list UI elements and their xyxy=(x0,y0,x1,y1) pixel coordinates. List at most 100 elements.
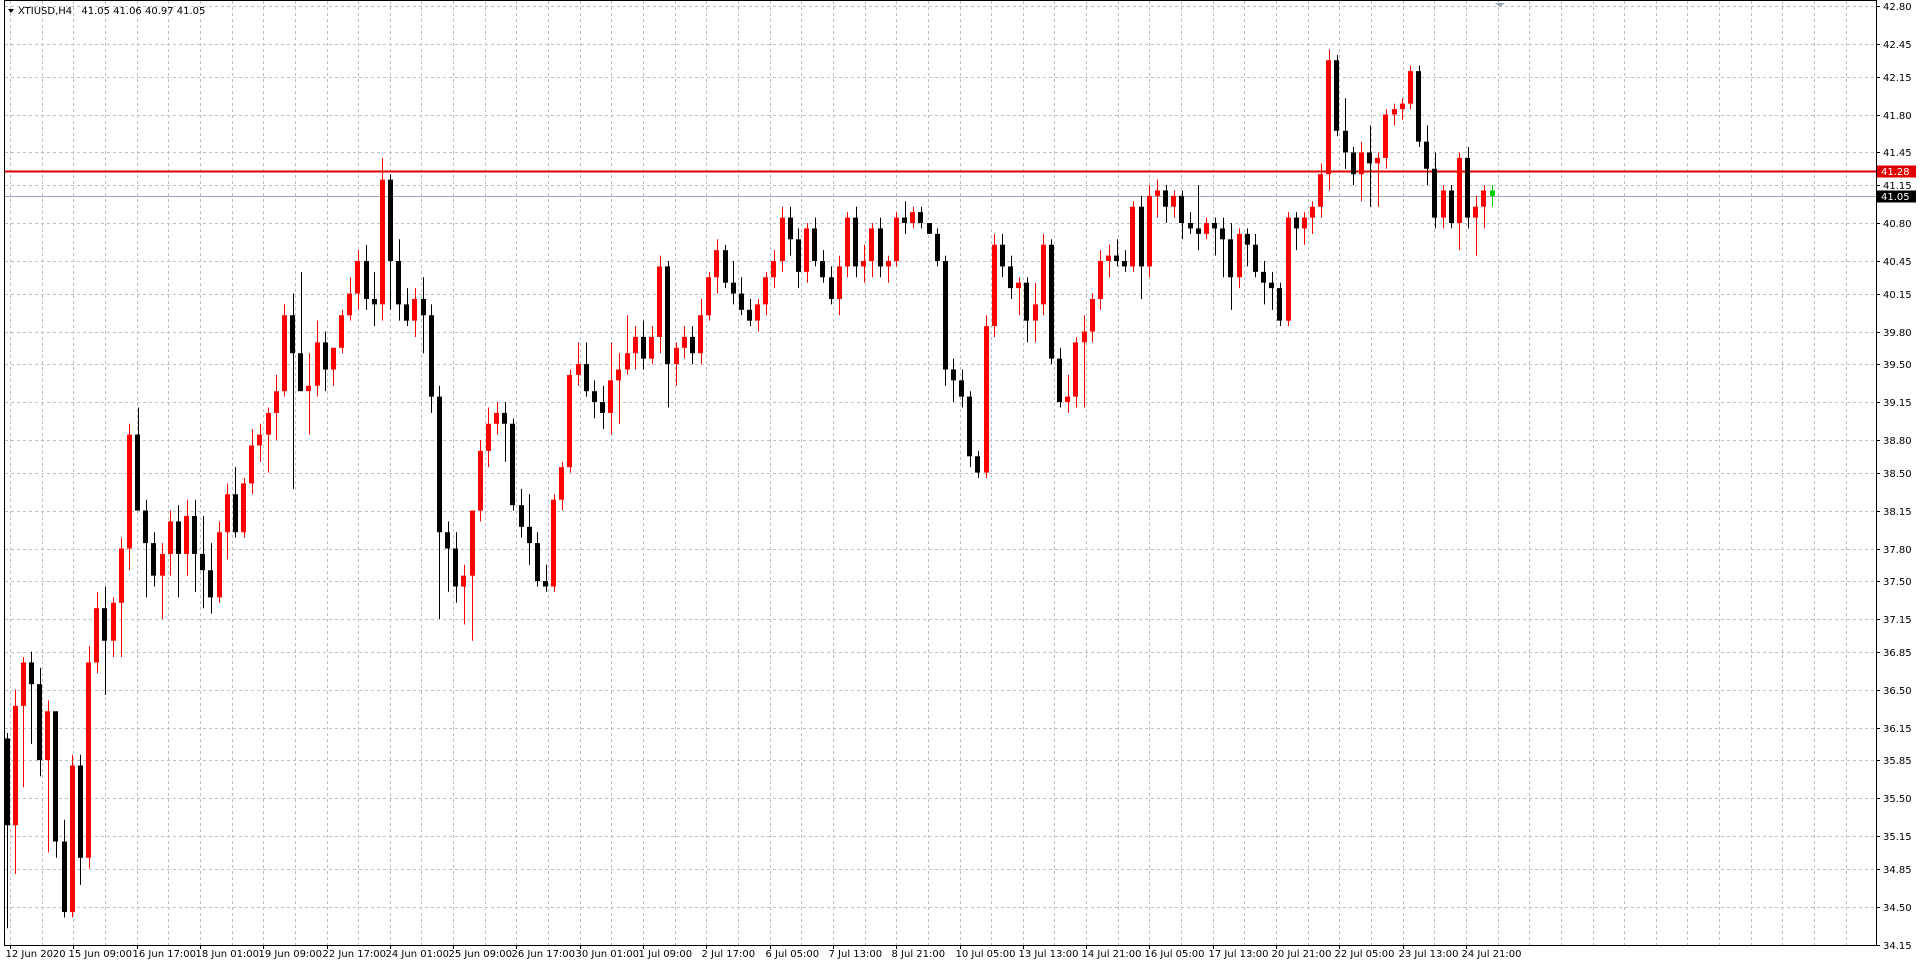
candle-body xyxy=(927,223,932,234)
y-tick-label: 35.50 xyxy=(1883,794,1912,805)
candle-body xyxy=(625,353,630,370)
y-tick-label: 40.80 xyxy=(1883,219,1912,230)
candle-body xyxy=(763,277,768,305)
candle xyxy=(894,212,899,267)
candle xyxy=(1049,239,1054,365)
y-tick-label: 35.85 xyxy=(1883,756,1912,767)
candle-body xyxy=(21,662,26,706)
candle-body xyxy=(404,304,409,321)
candle xyxy=(1416,65,1421,148)
candle-body xyxy=(1261,271,1266,283)
candle-body xyxy=(1334,60,1339,131)
candle xyxy=(723,244,728,289)
candle-body xyxy=(470,510,475,576)
candle-body xyxy=(804,228,809,272)
candle-body xyxy=(102,608,107,641)
candle-body xyxy=(567,374,572,468)
candle-body xyxy=(674,347,679,365)
y-tick-label: 37.50 xyxy=(1883,577,1912,588)
candle-body xyxy=(1416,71,1421,142)
candle-body xyxy=(796,239,801,272)
candle-body xyxy=(1155,190,1160,196)
candle-body xyxy=(29,662,34,685)
candle-body xyxy=(53,711,58,842)
y-tick-label: 41.45 xyxy=(1883,148,1912,159)
candle-body xyxy=(706,277,711,316)
y-tick-label: 36.15 xyxy=(1883,724,1912,735)
candle-body xyxy=(1245,233,1250,245)
y-tick-label: 39.50 xyxy=(1883,360,1912,371)
candle-body xyxy=(641,336,646,359)
candle-body xyxy=(111,602,116,641)
candle xyxy=(241,478,246,538)
candle-body xyxy=(535,543,540,582)
candle-body xyxy=(1383,114,1388,158)
candle-body xyxy=(127,434,132,549)
candle-body xyxy=(616,369,621,381)
x-tick-label: 15 Jun 09:00 xyxy=(69,949,133,960)
x-tick-label: 16 Jun 17:00 xyxy=(133,949,197,960)
candle xyxy=(927,223,932,234)
candle-body xyxy=(192,515,197,554)
chart-header: XTIUSD,H4 41.05 41.06 40.97 41.05 xyxy=(8,6,205,17)
candle xyxy=(127,423,132,571)
symbol-label: XTIUSD,H4 xyxy=(18,6,72,17)
candle-body xyxy=(551,499,556,587)
candle-body xyxy=(1049,244,1054,359)
candle-body xyxy=(682,336,687,348)
candle-body xyxy=(1114,255,1119,261)
candle-body xyxy=(1465,157,1470,218)
candle-body xyxy=(388,179,393,261)
candle-body xyxy=(755,304,760,321)
candle-body xyxy=(347,293,352,316)
candle-body xyxy=(241,483,246,533)
candle xyxy=(510,418,515,511)
x-tick-label: 7 Jul 13:00 xyxy=(829,949,883,960)
candle-body xyxy=(1326,60,1331,175)
candle xyxy=(1449,185,1454,229)
candle-body xyxy=(135,434,140,511)
candle-body xyxy=(967,396,972,457)
candle-body xyxy=(380,179,385,305)
x-tick-label: 22 Jun 17:00 xyxy=(323,949,387,960)
candle-body xyxy=(1098,260,1103,299)
y-tick-label: 40.15 xyxy=(1883,290,1912,301)
candle-body xyxy=(878,228,883,267)
candle-body xyxy=(37,684,42,761)
candle-body xyxy=(1375,157,1380,164)
candle xyxy=(551,494,556,592)
candle-body xyxy=(902,217,907,224)
candle xyxy=(1130,201,1135,272)
candle-body xyxy=(812,228,817,261)
candle xyxy=(86,646,91,869)
candle-body xyxy=(45,711,50,761)
candle-body xyxy=(1228,239,1233,278)
candle-body xyxy=(502,412,507,424)
y-tick-label: 37.80 xyxy=(1883,545,1912,556)
candle-body xyxy=(1408,71,1413,104)
candle-body xyxy=(959,380,964,397)
candle-body xyxy=(1090,298,1095,332)
price-chart[interactable]: 42.80 42.45 42.15 41.80 41.45 41.15 40.80 40.45… xyxy=(0,0,1920,968)
y-tick-label: 38.15 xyxy=(1883,507,1912,518)
candle-body xyxy=(853,217,858,267)
x-tick-label: 12 Jun 2020 xyxy=(6,949,66,960)
candle-body xyxy=(412,298,417,321)
candle-body xyxy=(1082,331,1087,343)
y-tick-label: 38.50 xyxy=(1883,469,1912,480)
candle-body xyxy=(1302,217,1307,229)
candle-body xyxy=(119,548,124,603)
x-tick-label: 20 Jul 21:00 xyxy=(1272,949,1332,960)
candle-body xyxy=(1179,195,1184,224)
candle-body xyxy=(461,575,466,587)
candle xyxy=(37,667,42,777)
candle-body xyxy=(519,505,524,527)
bid-price-label: 41.05 xyxy=(1881,192,1910,203)
candle xyxy=(1465,147,1470,229)
candle-body xyxy=(771,260,776,278)
candle-body xyxy=(1122,260,1127,267)
candle-body xyxy=(698,315,703,354)
x-tick-label: 24 Jun 01:00 xyxy=(386,949,450,960)
candle-body xyxy=(208,570,213,598)
candle-body xyxy=(290,315,295,354)
